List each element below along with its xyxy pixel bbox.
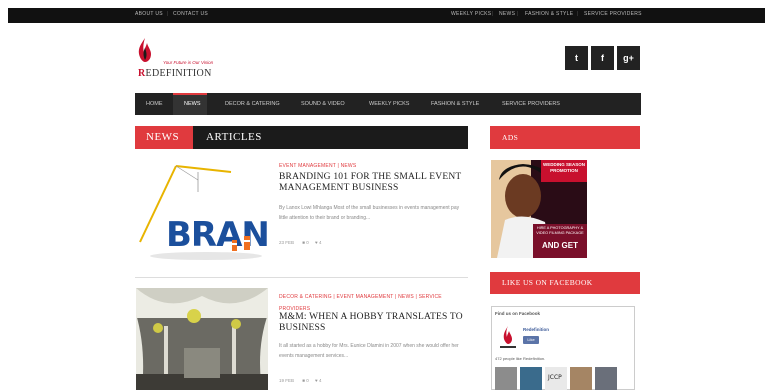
fb-page-name[interactable]: Redefinition bbox=[523, 327, 549, 332]
logo-tagline: Your Future is Our Vision bbox=[163, 60, 214, 65]
article-meta: 19 FEB ■ 0 ♥ 4 bbox=[279, 378, 322, 383]
section-title: ARTICLES bbox=[206, 131, 262, 143]
top-link-contact[interactable]: CONTACT US bbox=[173, 11, 208, 17]
article-thumbnail[interactable] bbox=[136, 288, 268, 390]
flame-logo-icon bbox=[138, 38, 151, 62]
article-excerpt: It all started as a hobby for Mrs. Eunic… bbox=[279, 343, 459, 359]
article-excerpt: By Lanox Lowi Mhlanga Most of the small … bbox=[279, 205, 460, 221]
section-tag: NEWS bbox=[135, 126, 193, 149]
fb-page-logo-icon bbox=[500, 326, 516, 348]
top-bar: ABOUT US | CONTACT US WEEKLY PICKS | NEW… bbox=[8, 8, 765, 23]
top-link-about[interactable]: ABOUT US bbox=[135, 11, 163, 17]
nav-sound-video[interactable]: SOUND & VIDEO bbox=[301, 93, 345, 115]
nav-service-providers[interactable]: SERVICE PROVIDERS bbox=[502, 93, 560, 115]
fb-find-us: Find us on Facebook bbox=[495, 311, 541, 316]
comment-icon: ■ bbox=[302, 240, 305, 245]
heart-icon: ♥ bbox=[315, 240, 318, 245]
google-plus-button[interactable]: g+ bbox=[617, 46, 640, 70]
heart-icon: ♥ bbox=[315, 378, 318, 383]
facebook-like-box: Find us on Facebook Redefinition Like 47… bbox=[491, 306, 635, 390]
facebook-header: LIKE US ON FACEBOOK bbox=[490, 272, 640, 294]
article-title[interactable]: BRANDING 101 FOR THE SMALL EVENT MANAGEM… bbox=[279, 172, 469, 194]
nav-weekly-picks[interactable]: WEEKLY PICKS bbox=[369, 93, 409, 115]
facebook-button[interactable]: f bbox=[591, 46, 614, 70]
article-date: 23 FEB bbox=[279, 240, 295, 245]
top-link-fashion[interactable]: FASHION & STYLE bbox=[525, 11, 573, 17]
article-meta: 23 FEB ■ 0 ♥ 4 bbox=[279, 240, 322, 245]
top-link-weekly-picks[interactable]: WEEKLY PICKS bbox=[451, 11, 491, 17]
top-link-service-providers[interactable]: SERVICE PROVIDERS bbox=[584, 11, 642, 17]
brand-construction-image: BRAND bbox=[136, 160, 268, 264]
article-title[interactable]: M&M: WHEN A HOBBY TRANSLATES TO BUSINESS bbox=[279, 312, 471, 334]
nav-home[interactable]: HOME bbox=[146, 93, 163, 115]
like-count: 4 bbox=[318, 378, 322, 383]
article-thumbnail[interactable]: BRAND bbox=[136, 160, 268, 264]
top-separator: | bbox=[517, 11, 519, 17]
article-categories[interactable]: EVENT MANAGEMENT | NEWS bbox=[279, 163, 356, 169]
top-separator: | bbox=[577, 11, 579, 17]
fb-likes-count: 472 people like Redefinition. bbox=[495, 356, 546, 361]
top-separator: | bbox=[167, 11, 169, 17]
section-header: NEWS ARTICLES bbox=[135, 126, 468, 149]
google-plus-icon: g+ bbox=[623, 53, 634, 63]
article-date: 19 FEB bbox=[279, 378, 295, 383]
nav-fashion-style[interactable]: FASHION & STYLE bbox=[431, 93, 479, 115]
ads-header: ADS bbox=[490, 126, 640, 149]
fb-faces: JCCP bbox=[495, 367, 617, 390]
logo-wordmark: REDEFINITION bbox=[138, 68, 212, 79]
ad-cta: AND GET bbox=[542, 241, 578, 250]
like-count: 4 bbox=[318, 240, 322, 245]
facebook-icon: f bbox=[601, 53, 604, 63]
comment-count: 0 bbox=[306, 240, 309, 245]
site-logo[interactable]: Your Future is Our Vision REDEFINITION bbox=[136, 38, 236, 80]
main-nav: HOME NEWS DECOR & CATERING SOUND & VIDEO… bbox=[135, 93, 641, 115]
top-separator: | bbox=[492, 11, 494, 17]
nav-news[interactable]: NEWS bbox=[173, 93, 207, 115]
article-divider bbox=[135, 277, 468, 278]
wedding-decor-image bbox=[136, 288, 268, 390]
brand-letters: BRAND bbox=[166, 215, 268, 255]
svg-text:JCCP: JCCP bbox=[547, 374, 562, 381]
ad-banner[interactable]: WEDDING SEASON PROMOTION HIRE A PHOTOGRA… bbox=[491, 160, 587, 258]
fb-like-button[interactable]: Like bbox=[523, 336, 539, 344]
ad-body: HIRE A PHOTOGRAPHY & VIDEO FILMING PACKA… bbox=[536, 226, 584, 235]
twitter-button[interactable]: t bbox=[565, 46, 588, 70]
twitter-icon: t bbox=[575, 53, 578, 63]
comment-icon: ■ bbox=[302, 378, 305, 383]
ad-headline: WEDDING SEASON PROMOTION bbox=[543, 162, 586, 173]
comment-count: 0 bbox=[306, 378, 309, 383]
top-link-news[interactable]: NEWS bbox=[499, 11, 515, 17]
nav-decor-catering[interactable]: DECOR & CATERING bbox=[225, 93, 280, 115]
